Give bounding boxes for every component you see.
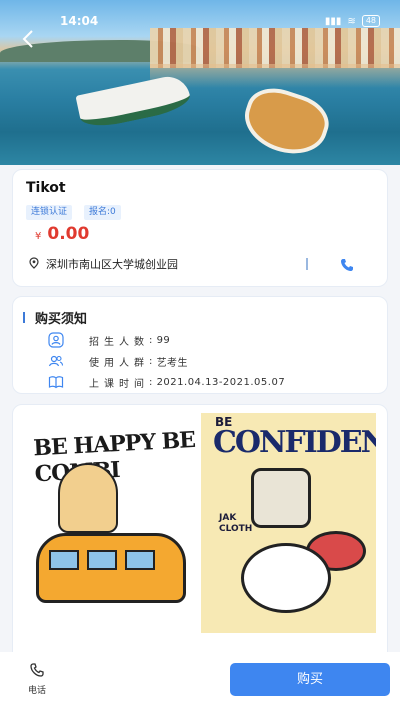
person-icon [48, 332, 64, 348]
section-accent-bar [23, 312, 25, 323]
back-icon[interactable] [18, 28, 40, 50]
bottom-action-bar: 电话 购买 [0, 652, 400, 711]
info-colon: : [149, 355, 157, 367]
info-label: 招生人数 [89, 336, 149, 348]
boat-shape [75, 72, 193, 132]
info-value: 99 [156, 334, 171, 346]
character-illustration [58, 463, 118, 533]
buy-button[interactable]: 购买 [230, 663, 390, 696]
location-icon [28, 256, 40, 272]
hero-image: 14:04 ▮▮▮ ≋ 48 [0, 0, 400, 165]
divider [306, 258, 308, 270]
call-label: 电话 [27, 686, 46, 696]
info-row-audience: 使用人群: 艺考生 [48, 353, 188, 369]
address-text: 深圳市南山区大学城创业园 [46, 258, 178, 271]
price-value: 0.00 [47, 224, 90, 244]
detail-images-card: BE HAPPY BE COMBI BE CONFIDENT JAK CLOTH [12, 404, 388, 664]
certified-tag: 连锁认证 [26, 205, 73, 220]
poster-image-left[interactable]: BE HAPPY BE COMBI [28, 413, 203, 633]
status-icons: ▮▮▮ ≋ 48 [325, 15, 380, 27]
town-shape [150, 28, 400, 68]
poster-title: BE HAPPY BE COMBI [32, 426, 196, 487]
group-icon [48, 353, 64, 369]
poster-small-text: JAK CLOTH [219, 513, 253, 534]
section-title: 购买须知 [35, 312, 88, 327]
signup-count-tag: 报名:0 [84, 205, 121, 220]
robot-illustration [251, 468, 311, 528]
price: ¥0.00 [35, 224, 89, 244]
phone-icon [30, 662, 44, 681]
store-name: Tikot [26, 180, 66, 196]
bus-window [87, 550, 117, 570]
poster-title: CONFIDENT [213, 425, 376, 460]
bus-illustration [36, 533, 186, 603]
info-label: 使用人群 [89, 357, 149, 369]
book-icon [48, 374, 64, 390]
info-row-enrollment: 招生人数: 99 [48, 332, 170, 348]
phone-icon[interactable] [340, 257, 354, 276]
bus-window [49, 550, 79, 570]
info-colon: : [149, 334, 157, 346]
bus-window [125, 550, 155, 570]
info-value: 2021.04.13-2021.05.07 [156, 376, 286, 388]
drum-illustration [241, 543, 331, 613]
battery-icon: 48 [361, 15, 380, 27]
water-reflection [150, 64, 400, 88]
info-value: 艺考生 [156, 357, 189, 369]
status-time: 14:04 [60, 14, 99, 28]
info-row-schedule: 上课时间: 2021.04.13-2021.05.07 [48, 374, 285, 390]
info-colon: : [149, 376, 157, 388]
signal-icon: ▮▮▮ [324, 15, 342, 27]
call-button[interactable]: 电话 [24, 662, 50, 696]
info-label: 上课时间 [89, 378, 149, 390]
boat-shape [236, 80, 336, 164]
price-symbol: ¥ [35, 231, 42, 242]
purchase-notice-card: 购买须知 招生人数: 99 使用人群: 艺考生 上课时间: 2021.04.13… [12, 296, 388, 394]
poster-image-right[interactable]: BE CONFIDENT JAK CLOTH [201, 413, 376, 633]
address-row[interactable]: 深圳市南山区大学城创业园 [28, 256, 178, 272]
wifi-icon: ≋ [347, 15, 356, 27]
store-info-card: Tikot 连锁认证 报名:0 ¥0.00 深圳市南山区大学城创业园 [12, 169, 388, 287]
